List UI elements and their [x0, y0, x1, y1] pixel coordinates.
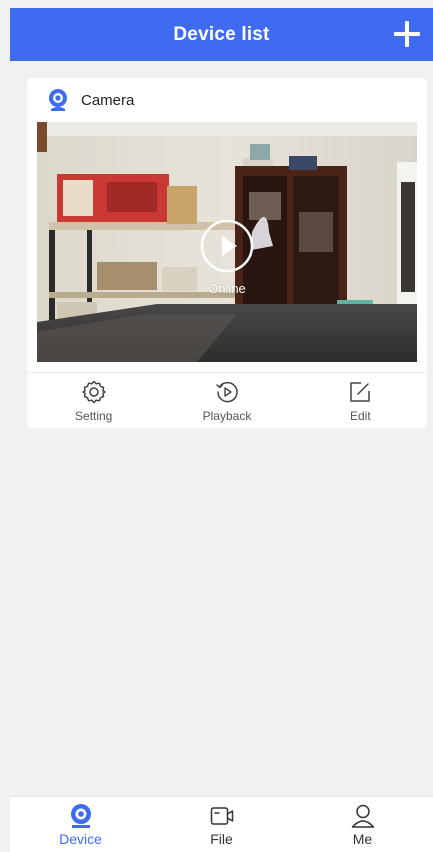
page-title: Device list	[173, 23, 270, 45]
nav-label-device: Device	[59, 831, 102, 847]
device-actions: Setting Playback Edit	[27, 372, 427, 429]
app-root: Device list Camera Online Setting Playba…	[0, 0, 433, 852]
user-icon	[351, 804, 374, 828]
device-name: Camera	[81, 91, 135, 109]
play-button[interactable]	[199, 218, 255, 274]
setting-button[interactable]: Setting	[27, 373, 160, 429]
device-card: Camera Online Setting Playback Edit	[27, 78, 427, 428]
playback-icon	[216, 381, 238, 403]
camera-preview[interactable]: Online	[37, 122, 417, 362]
nav-item-me[interactable]: Me	[292, 797, 433, 852]
top-bar: Device list	[10, 8, 433, 61]
play-icon	[200, 219, 254, 273]
playback-button[interactable]: Playback	[160, 373, 293, 429]
playback-label: Playback	[202, 409, 252, 423]
bottom-navigation: Device File Me	[10, 796, 433, 852]
edit-icon	[350, 382, 371, 402]
add-device-button[interactable]	[393, 20, 421, 48]
webcam-icon	[49, 89, 67, 111]
video-file-icon	[210, 807, 233, 825]
device-card-header[interactable]: Camera	[27, 78, 427, 122]
nav-label-me: Me	[352, 831, 373, 847]
nav-item-file[interactable]: File	[151, 797, 292, 852]
edit-label: Edit	[349, 409, 371, 423]
online-status: Online	[208, 281, 246, 296]
nav-item-device[interactable]: Device	[10, 797, 151, 852]
setting-label: Setting	[74, 409, 113, 423]
camera-icon	[70, 804, 91, 828]
nav-label-file: File	[210, 831, 233, 847]
edit-button[interactable]: Edit	[294, 373, 427, 429]
gear-icon	[81, 380, 106, 404]
